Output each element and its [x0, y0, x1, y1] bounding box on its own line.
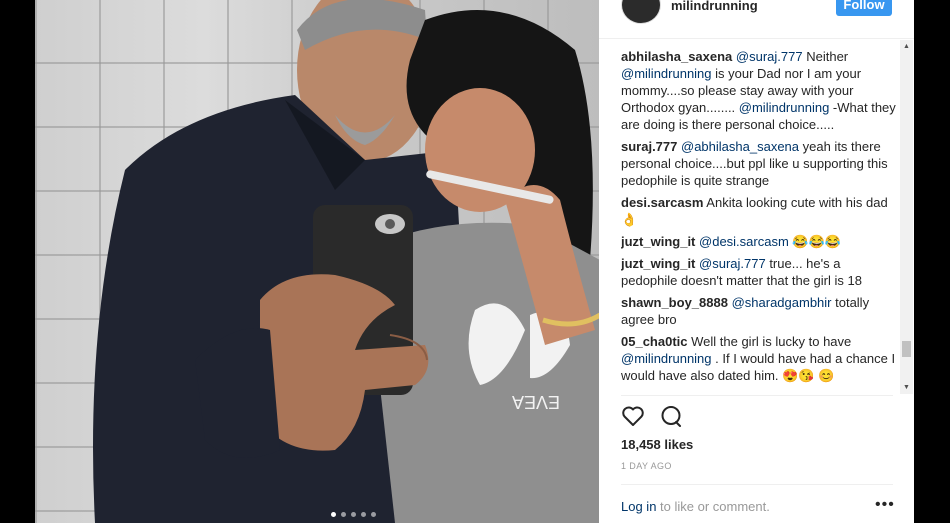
comment-text: 😂😂😂: [788, 234, 841, 249]
comment-mention-link[interactable]: @suraj.777: [699, 256, 766, 271]
heart-icon[interactable]: [621, 405, 645, 429]
comment-mention-link[interactable]: @desi.sarcasm: [699, 234, 789, 249]
carousel-dot[interactable]: [361, 512, 366, 517]
comment-item: 05_cha0tic Well the girl is lucky to hav…: [621, 333, 897, 384]
more-options-icon[interactable]: •••: [875, 496, 895, 514]
comment-username[interactable]: juzt_wing_it: [621, 234, 695, 249]
follow-button[interactable]: Follow: [836, 0, 892, 16]
scroll-down-arrow-icon[interactable]: ▼: [900, 381, 913, 394]
comment-username[interactable]: abhilasha_saxena: [621, 49, 732, 64]
carousel-dot[interactable]: [331, 512, 336, 517]
selfie-illustration: EVEA: [93, 0, 599, 523]
comment-mention-link[interactable]: @milindrunning: [621, 66, 712, 81]
likes-count[interactable]: 18,458 likes: [621, 437, 693, 452]
comment-text: Well the girl is lucky to have: [687, 334, 852, 349]
comment-mention-link[interactable]: @abhilasha_saxena: [681, 139, 799, 154]
post-actions: [621, 405, 683, 429]
comment-username[interactable]: suraj.777: [621, 139, 677, 154]
comment-mention-link[interactable]: @suraj.777: [736, 49, 803, 64]
comment-username[interactable]: desi.sarcasm: [621, 195, 703, 210]
letterbox-left: [0, 0, 35, 523]
carousel-dot[interactable]: [371, 512, 376, 517]
comment-mention-link[interactable]: @sharadgambhir: [732, 295, 832, 310]
comment-mention-link[interactable]: @milindrunning: [621, 351, 712, 366]
header-username[interactable]: milindrunning: [671, 0, 758, 13]
comment-mention-link[interactable]: @milindrunning: [739, 100, 830, 115]
login-prompt: Log in to like or comment.: [621, 499, 770, 514]
carousel-dot[interactable]: [341, 512, 346, 517]
comment-item: desi.sarcasm Ankita looking cute with hi…: [621, 194, 897, 228]
comment-item: shawn_boy_8888 @sharadgambhir totally ag…: [621, 294, 897, 328]
comment-item: juzt_wing_it @desi.sarcasm 😂😂😂: [621, 233, 897, 250]
post-photo[interactable]: EVEA: [35, 0, 599, 523]
comment-username[interactable]: shawn_boy_8888: [621, 295, 728, 310]
comment-username[interactable]: juzt_wing_it: [621, 256, 695, 271]
svg-text:EVEA: EVEA: [512, 392, 560, 412]
avatar[interactable]: [621, 0, 661, 24]
login-prompt-text: to like or comment.: [656, 499, 770, 514]
divider: [621, 395, 893, 396]
post-timestamp: 1 DAY AGO: [621, 461, 672, 471]
comment-item: suraj.777 @abhilasha_saxena yeah its the…: [621, 138, 897, 189]
comments-list[interactable]: abhilasha_saxena @suraj.777 Neither @mil…: [621, 48, 897, 392]
comments-scrollbar[interactable]: ▲ ▼: [900, 40, 913, 394]
comment-bubble-icon[interactable]: [659, 405, 683, 429]
login-link[interactable]: Log in: [621, 499, 656, 514]
comment-username[interactable]: 05_cha0tic: [621, 334, 688, 349]
scroll-up-arrow-icon[interactable]: ▲: [900, 40, 913, 53]
carousel-dot[interactable]: [351, 512, 356, 517]
comment-item: abhilasha_saxena @suraj.777 Neither @mil…: [621, 48, 897, 133]
carousel-indicator: [331, 512, 376, 517]
comment-item: juzt_wing_it @suraj.777 true... he's a p…: [621, 255, 897, 289]
comment-text: Neither: [802, 49, 849, 64]
divider: [621, 484, 893, 485]
scrollbar-thumb[interactable]: [902, 341, 911, 357]
post-header: milindrunning Follow: [599, 0, 914, 39]
post-side-panel: milindrunning Follow abhilasha_saxena @s…: [599, 0, 914, 523]
letterbox-right: [914, 0, 950, 523]
